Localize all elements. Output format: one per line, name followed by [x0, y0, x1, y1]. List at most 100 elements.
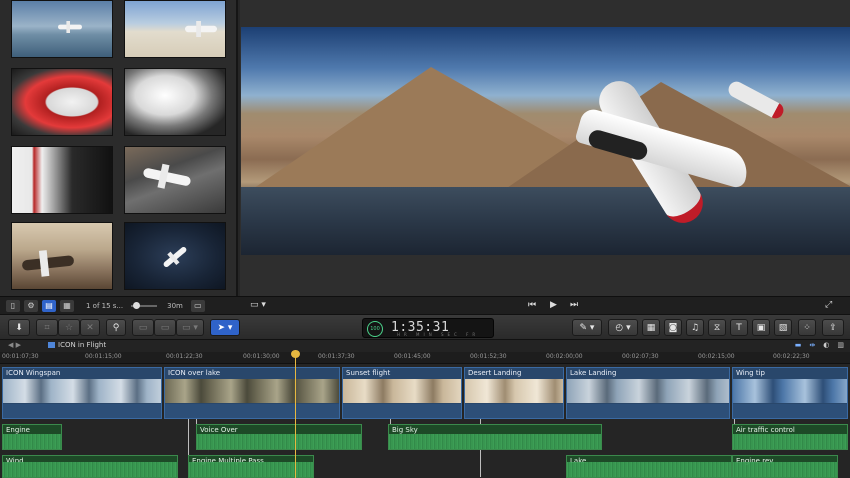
import-icon[interactable]: ⬇: [8, 319, 30, 336]
prev-frame-icon[interactable]: ⏮: [528, 300, 536, 310]
video-clip[interactable]: Lake Landing: [566, 367, 730, 419]
playhead-handle[interactable]: [291, 350, 300, 358]
ruler-tick: 00:01:37;30: [318, 353, 355, 360]
viewer: [240, 0, 850, 296]
audio-clip[interactable]: Wind: [2, 455, 178, 478]
append-clip-icon[interactable]: ▭ ▾: [176, 319, 204, 336]
timeline-ruler[interactable]: 00:01:07;30 00:01:15;00 00:01:22;30 00:0…: [0, 352, 850, 364]
audio-clip[interactable]: Air traffic control: [732, 424, 848, 450]
inspector-icon[interactable]: ⚲: [106, 319, 126, 336]
project-icon: [48, 342, 55, 348]
clip-label: Sunset flight: [346, 369, 391, 377]
next-frame-icon[interactable]: ⏭: [570, 300, 578, 310]
timeline-controls: ▬ ⇹ ◐ ▥: [795, 341, 844, 349]
project-title: ICON in Flight: [48, 341, 106, 349]
sidebar-toggle-icon[interactable]: ▯: [6, 299, 20, 312]
fullscreen-icon[interactable]: ⤢: [825, 300, 832, 310]
clip-label: Air traffic control: [736, 426, 795, 434]
magic-wand-icon[interactable]: ✎ ▾: [572, 319, 602, 336]
duration-label: 30m: [167, 301, 183, 310]
timecode-unit-labels: HR MIN SEC FR: [397, 332, 480, 337]
audio-clip[interactable]: Lake: [566, 455, 732, 478]
video-frame: [241, 27, 850, 255]
clip-label: Engine: [6, 426, 30, 434]
project-name: ICON in Flight: [58, 341, 107, 349]
connect-clip-icon[interactable]: ▭: [132, 319, 154, 336]
audio-clip[interactable]: Engine rev: [732, 455, 838, 478]
history-nav-icon[interactable]: ◀ ▶: [8, 341, 21, 349]
clip-thumbnail[interactable]: [11, 222, 113, 290]
ruler-tick: 00:02:00;00: [546, 353, 583, 360]
clip-thumbnail[interactable]: [124, 0, 226, 58]
video-clip[interactable]: Desert Landing: [464, 367, 564, 419]
video-clip[interactable]: Wing tip: [732, 367, 848, 419]
ruler-tick: 00:01:52;30: [470, 353, 507, 360]
clip-label: Desert Landing: [468, 369, 522, 377]
ruler-tick: 00:02:07;30: [622, 353, 659, 360]
ruler-tick: 00:02:15;00: [698, 353, 735, 360]
share-icon[interactable]: ⇪: [822, 319, 844, 336]
zoom-slider[interactable]: [131, 301, 158, 309]
clip-thumbnail[interactable]: [11, 68, 113, 136]
browser-bottom-bar: ▯ ⚙ ▤ ▦ 1 of 15 s... 30m ▭: [0, 296, 240, 314]
final-cut-window: ▯ ⚙ ▤ ▦ 1 of 15 s... 30m ▭ ▭ ▾ ⏮ ▶ ⏭ ⤢ ⬇…: [0, 0, 850, 478]
snapping-icon[interactable]: ⇹: [809, 341, 815, 349]
clip-thumbnail[interactable]: [124, 222, 226, 290]
skimming-icon[interactable]: ▬: [795, 341, 802, 349]
generators-icon[interactable]: ▣: [752, 319, 770, 336]
clip-label: Lake Landing: [570, 369, 617, 377]
timeline-header: ◀ ▶ ICON in Flight ▬ ⇹ ◐ ▥: [0, 340, 850, 352]
favorite-icon[interactable]: ☆: [58, 319, 80, 336]
photo-icon[interactable]: ◙: [664, 319, 682, 336]
event-browser: [0, 0, 238, 296]
viewer-top-bar: [240, 0, 850, 26]
ruler-tick: 00:01:15;00: [85, 353, 122, 360]
clip-thumbnail[interactable]: [11, 0, 113, 58]
clip-thumbnail[interactable]: [11, 146, 113, 214]
clip-label: ICON Wingspan: [6, 369, 61, 377]
video-clip[interactable]: ICON over lake: [164, 367, 340, 419]
playhead[interactable]: [295, 350, 296, 478]
transitions-icon[interactable]: ⧖: [708, 319, 726, 336]
view-options-icon[interactable]: ▭ ▾: [250, 300, 266, 310]
reject-icon[interactable]: ✕: [80, 319, 100, 336]
play-icon[interactable]: ▶: [550, 300, 557, 310]
video-clip[interactable]: Sunset flight: [342, 367, 462, 419]
clip-label: Voice Over: [200, 426, 238, 434]
audio-waveform-icon[interactable]: ▭: [190, 299, 205, 312]
gear-icon[interactable]: ⚙: [24, 299, 38, 312]
aircraft-image: [574, 62, 826, 242]
select-tool-icon[interactable]: ➤ ▾: [210, 319, 240, 336]
effects-browser-icon[interactable]: ▦: [642, 319, 660, 336]
audio-clip[interactable]: Big Sky: [388, 424, 602, 450]
keyword-icon[interactable]: ⌗: [36, 319, 58, 336]
audio-clip[interactable]: Engine: [2, 424, 62, 450]
viewer-bottom-bar: ▭ ▾ ⏮ ▶ ⏭ ⤢: [240, 296, 850, 314]
timecode-badge: 100: [367, 321, 383, 337]
clip-count: 1 of 15 s...: [86, 301, 124, 310]
clip-label: Big Sky: [392, 426, 418, 434]
themes-icon[interactable]: ▧: [774, 319, 792, 336]
timeline-tracks: ICON Wingspan ICON over lake Sunset flig…: [0, 364, 850, 478]
ruler-tick: 00:01:07;30: [2, 353, 39, 360]
audio-skimming-icon[interactable]: ◐: [823, 341, 829, 349]
music-icon[interactable]: ♫: [686, 319, 704, 336]
ruler-tick: 00:02:22;30: [773, 353, 810, 360]
ruler-tick: 00:01:22;30: [166, 353, 203, 360]
ruler-tick: 00:01:45;00: [394, 353, 431, 360]
insert-clip-icon[interactable]: ▭: [154, 319, 176, 336]
audio-clip[interactable]: Voice Over: [196, 424, 362, 450]
clip-thumbnail[interactable]: [124, 68, 226, 136]
filmstrip-view-icon[interactable]: ▤: [42, 299, 56, 312]
main-toolbar: ⬇ ⌗ ☆ ✕ ⚲ ▭ ▭ ▭ ▾ ➤ ▾ 100 1:35:31 HR MIN…: [0, 314, 850, 340]
compound-icon[interactable]: ⁘: [798, 319, 816, 336]
video-clip[interactable]: ICON Wingspan: [2, 367, 162, 419]
clip-label: Wing tip: [736, 369, 765, 377]
clip-appearance-icon[interactable]: ▥: [837, 341, 844, 349]
clip-thumbnail[interactable]: [124, 146, 226, 214]
dashboard-timecode: 100 1:35:31 HR MIN SEC FR: [362, 318, 494, 338]
titles-icon[interactable]: T: [730, 319, 748, 336]
list-view-icon[interactable]: ▦: [60, 299, 74, 312]
ruler-tick: 00:01:30;00: [243, 353, 280, 360]
retime-icon[interactable]: ◴ ▾: [608, 319, 638, 336]
